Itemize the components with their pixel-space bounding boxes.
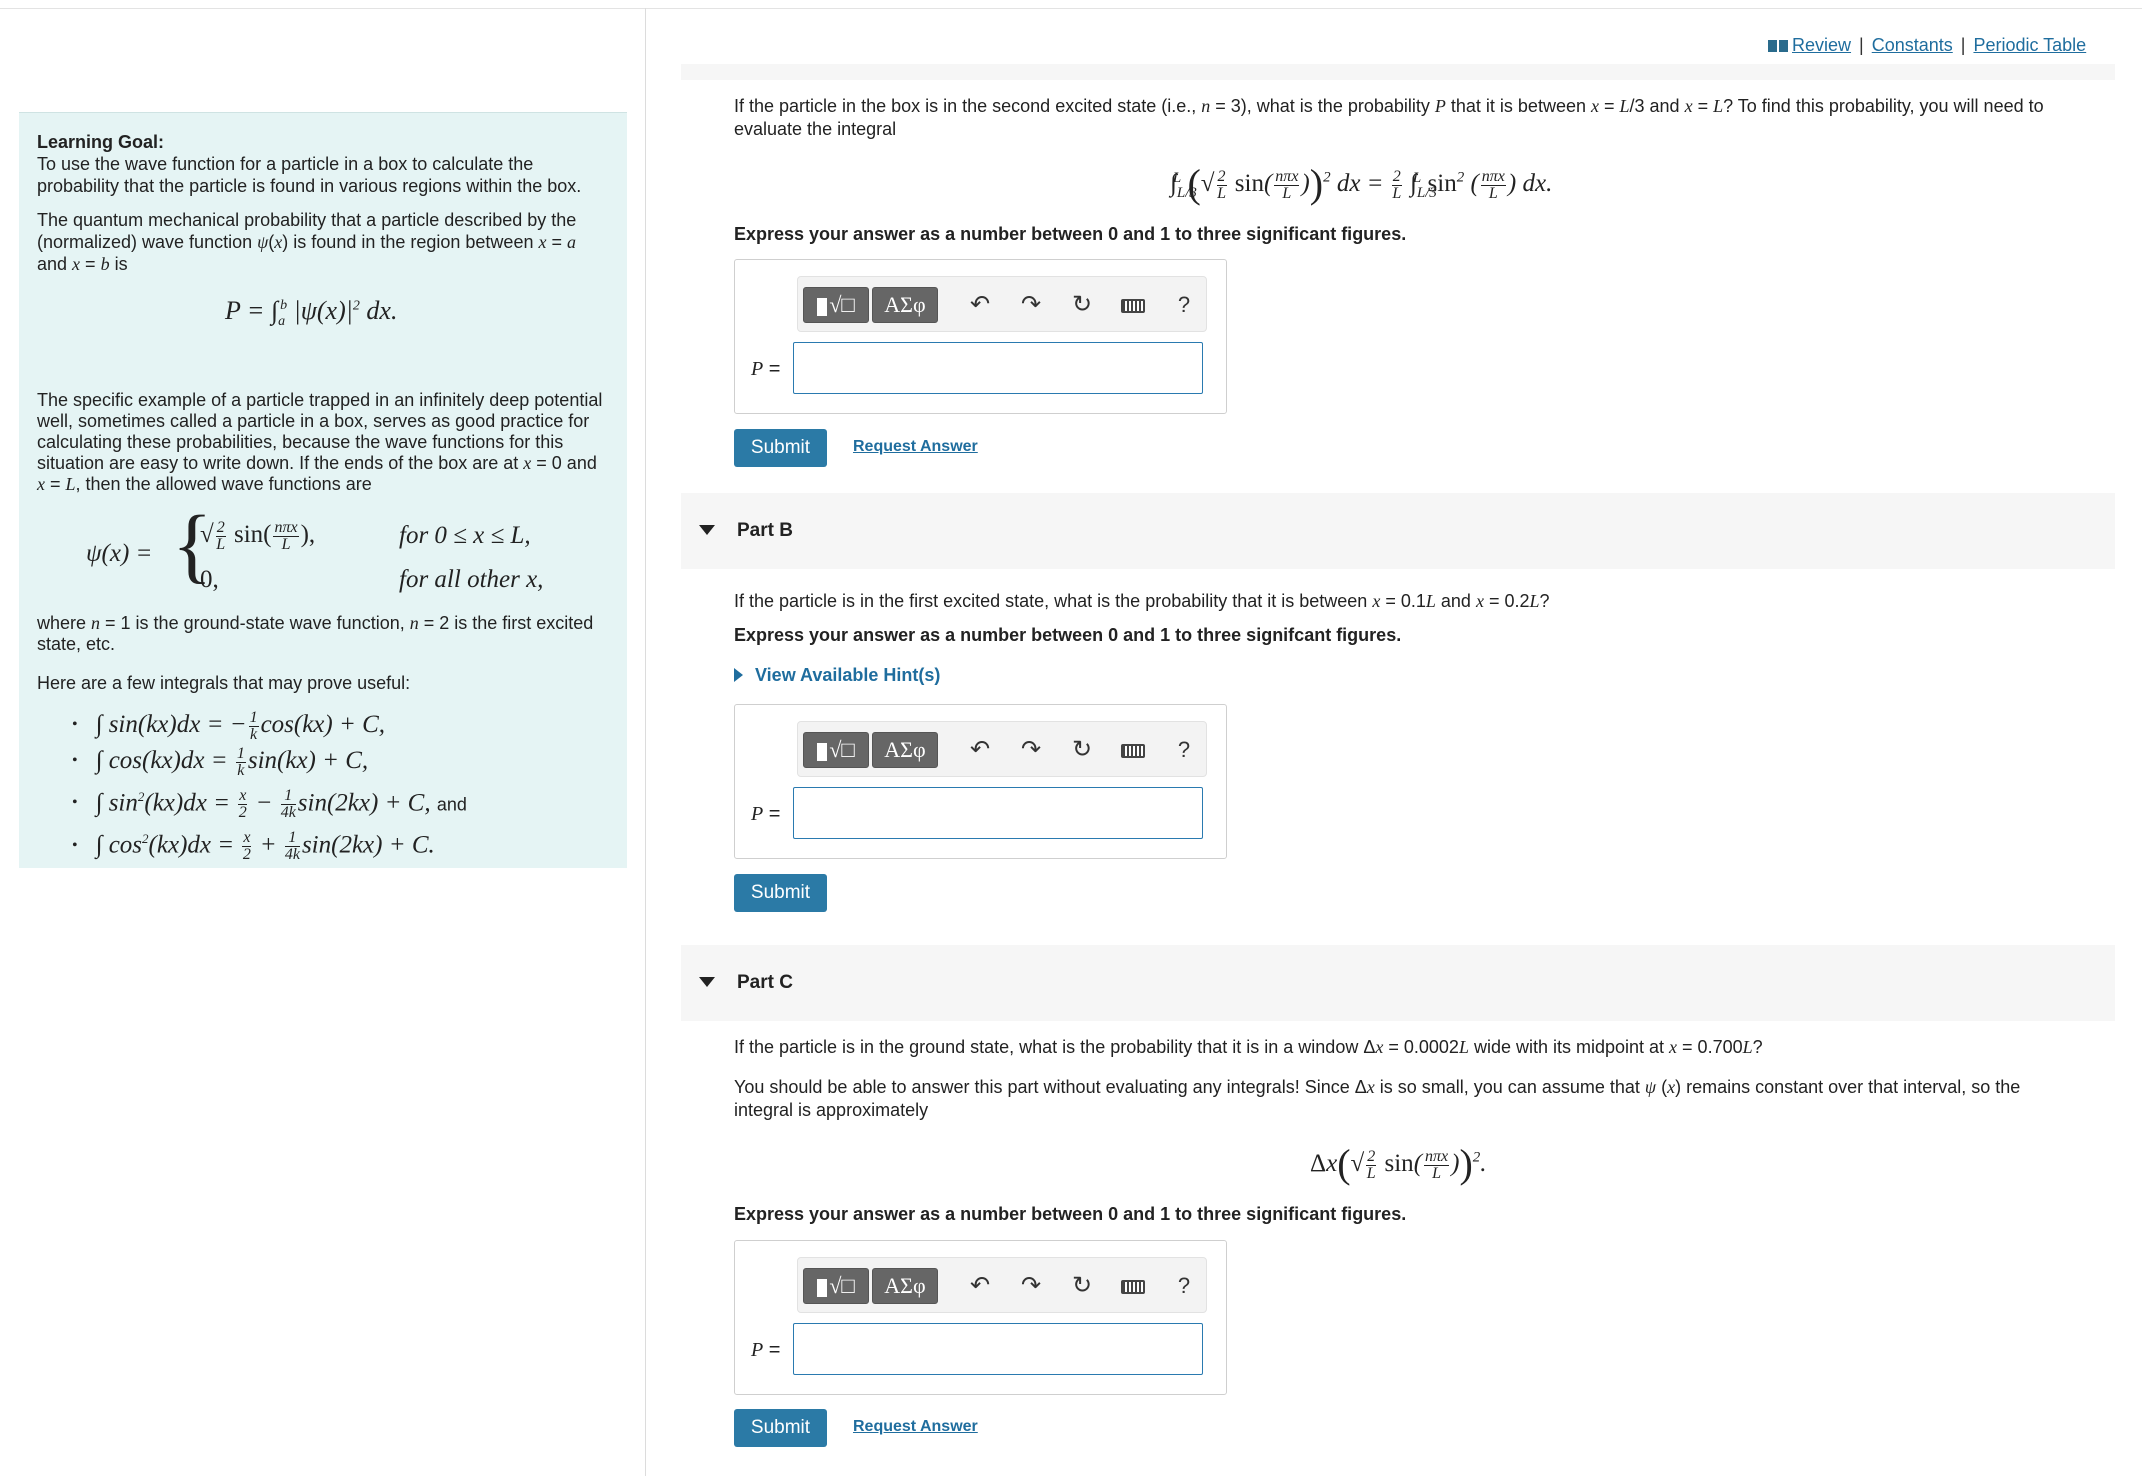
part-c-label: Part C: [737, 972, 793, 993]
psi-case2-cond: for all other x,: [399, 566, 544, 593]
part-a-request-answer-link[interactable]: Request Answer: [853, 438, 978, 456]
symbols-button[interactable]: ΑΣφ: [872, 732, 938, 768]
collapse-triangle-icon: [699, 525, 715, 535]
periodic-table-link[interactable]: Periodic Table: [1973, 35, 2086, 55]
resource-links: Review | Constants | Periodic Table: [1768, 35, 2086, 56]
part-b-header[interactable]: Part B: [681, 493, 2115, 569]
symbols-button[interactable]: ΑΣφ: [872, 287, 938, 323]
part-c-header[interactable]: Part C: [681, 945, 2115, 1021]
learning-goal-title: Learning Goal:: [37, 132, 165, 152]
part-a-input-label: P =: [751, 358, 781, 380]
redo-icon[interactable]: ↷: [1013, 733, 1049, 767]
learning-goal-intro: To use the wave function for a particle …: [37, 154, 582, 196]
psi-case2: 0,: [200, 566, 219, 593]
undo-icon[interactable]: ↶: [962, 288, 998, 322]
redo-icon[interactable]: ↷: [1013, 288, 1049, 322]
useful-integrals-list: ∫ sin(kx)dx = −1kcos(kx) + C, ∫ cos(kx)d…: [72, 708, 467, 865]
integral-and: and: [436, 794, 467, 815]
templates-button[interactable]: √□: [803, 1268, 869, 1304]
templates-button[interactable]: √□: [803, 287, 869, 323]
expand-triangle-icon: [734, 668, 743, 682]
part-b-hints-toggle[interactable]: View Available Hint(s): [734, 665, 940, 686]
help-icon[interactable]: ?: [1166, 1269, 1202, 1303]
undo-icon[interactable]: ↶: [962, 733, 998, 767]
part-c-math-toolbar: √□ ΑΣφ ↶ ↷ ↻ ?: [797, 1257, 1207, 1313]
help-icon[interactable]: ?: [1166, 288, 1202, 322]
constants-link[interactable]: Constants: [1872, 35, 1953, 55]
keyboard-icon[interactable]: [1115, 733, 1151, 767]
help-icon[interactable]: ?: [1166, 733, 1202, 767]
part-c-question: If the particle is in the ground state, …: [734, 1037, 1763, 1057]
integral-sin-squared: ∫ sin2(kx)dx = x2 − 14ksin(2kx) + C, and: [90, 780, 467, 822]
part-b-math-toolbar: √□ ΑΣφ ↶ ↷ ↻ ?: [797, 721, 1207, 777]
part-c-approximation: Δx(√ 2 L sin(nπx L))2.: [1310, 1141, 1487, 1186]
part-c-instruction: Express your answer as a number between …: [734, 1204, 1407, 1224]
probability-definition: The quantum mechanical probability that …: [37, 210, 577, 274]
reset-icon[interactable]: ↻: [1064, 733, 1100, 767]
part-a-integral: ∫L/3L (√ 2 L sin(nπx L))2 dx = 2L ∫L/3L sin…: [1170, 161, 1553, 206]
wave-function-piecewise: ψ(x) = { √ 2 L sin(nπx L), for 0 ≤ x ≤ L, 0…: [86, 504, 606, 600]
part-a-question: If the particle in the box is in the sec…: [734, 96, 2044, 139]
integral-sin: ∫ sin(kx)dx = −1kcos(kx) + C,: [90, 708, 467, 744]
psi-lhs: ψ(x) =: [86, 540, 153, 567]
part-b-answer-box: √□ ΑΣφ ↶ ↷ ↻ ? P =: [734, 704, 1227, 859]
part-c-request-answer-link[interactable]: Request Answer: [853, 1418, 978, 1436]
redo-icon[interactable]: ↷: [1013, 1269, 1049, 1303]
collapse-triangle-icon: [699, 977, 715, 987]
part-b-label: Part B: [737, 520, 793, 541]
part-a-submit-button[interactable]: Submit: [734, 429, 827, 467]
keyboard-icon[interactable]: [1115, 1269, 1151, 1303]
psi-case1: √ 2 L sin(nπx L),: [200, 519, 316, 553]
templates-button[interactable]: √□: [803, 732, 869, 768]
part-a-math-toolbar: √□ ΑΣφ ↶ ↷ ↻ ?: [797, 276, 1207, 332]
part-b-instruction: Express your answer as a number between …: [734, 625, 1402, 645]
part-b-input-label: P =: [751, 803, 781, 825]
part-a-header-strip: [681, 64, 2115, 80]
particle-in-box-text: The specific example of a particle trapp…: [37, 390, 603, 494]
book-icon: [1768, 40, 1788, 53]
state-numbering-text: where n = 1 is the ground-state wave fun…: [37, 613, 594, 654]
part-c-input-label: P =: [751, 1339, 781, 1361]
top-border: [0, 8, 2142, 9]
reset-icon[interactable]: ↻: [1064, 288, 1100, 322]
part-a-answer-input[interactable]: [793, 342, 1203, 394]
column-divider: [645, 8, 646, 1476]
integral-cos: ∫ cos(kx)dx = 1ksin(kx) + C,: [90, 744, 467, 780]
part-b-question: If the particle is in the first excited …: [734, 591, 1550, 611]
integrals-intro: Here are a few integrals that may prove …: [37, 673, 411, 693]
undo-icon[interactable]: ↶: [962, 1269, 998, 1303]
part-c-submit-button[interactable]: Submit: [734, 1409, 827, 1447]
keyboard-icon[interactable]: [1115, 288, 1151, 322]
part-b-submit-button[interactable]: Submit: [734, 874, 827, 912]
integral-cos-squared: ∫ cos2(kx)dx = x2 + 14ksin(2kx) + C.: [90, 822, 467, 864]
part-a-instruction: Express your answer as a number between …: [734, 224, 1407, 244]
review-link[interactable]: Review: [1792, 35, 1851, 55]
part-c-answer-box: √□ ΑΣφ ↶ ↷ ↻ ? P =: [734, 1240, 1227, 1395]
part-c-answer-input[interactable]: [793, 1323, 1203, 1375]
part-b-answer-input[interactable]: [793, 787, 1203, 839]
symbols-button[interactable]: ΑΣφ: [872, 1268, 938, 1304]
part-a-answer-box: √□ ΑΣφ ↶ ↷ ↻ ? P =: [734, 259, 1227, 414]
probability-formula: P = ∫ab |ψ(x)|2 dx.: [225, 296, 398, 330]
reset-icon[interactable]: ↻: [1064, 1269, 1100, 1303]
psi-case1-cond: for 0 ≤ x ≤ L,: [399, 522, 531, 549]
part-c-explanation: You should be able to answer this part w…: [734, 1077, 2021, 1120]
